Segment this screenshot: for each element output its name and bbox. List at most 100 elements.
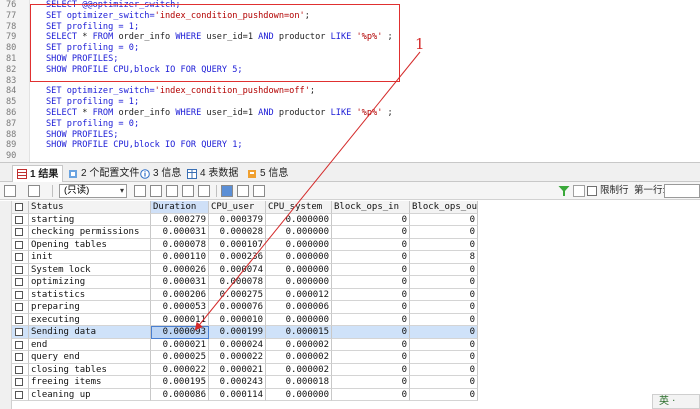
row-checkbox-cell[interactable] [12, 238, 29, 251]
table-row[interactable]: preparing 0.000053 0.000076 0.000006 0 0 [12, 301, 478, 314]
table-cell[interactable]: 8 [410, 251, 478, 264]
table-cell[interactable]: 0.000021 [209, 363, 266, 376]
tab-table-data[interactable]: 4 表数据 [183, 165, 242, 182]
row-checkbox[interactable] [15, 228, 23, 236]
table-cell[interactable]: 0.000279 [151, 213, 209, 226]
table-cell[interactable]: 0 [332, 213, 410, 226]
table-cell[interactable]: 0.000000 [266, 213, 332, 226]
table-cell[interactable]: 0.000243 [209, 376, 266, 389]
table-cell[interactable]: 0.000000 [266, 276, 332, 289]
row-checkbox-cell[interactable] [12, 376, 29, 389]
first-row-input[interactable] [664, 184, 700, 198]
table-cell[interactable]: 0.000010 [209, 313, 266, 326]
table-row[interactable]: statistics 0.000206 0.000275 0.000012 0 0 [12, 288, 478, 301]
table-cell[interactable]: 0 [332, 376, 410, 389]
row-checkbox-cell[interactable] [12, 288, 29, 301]
table-cell[interactable]: 0.000000 [266, 238, 332, 251]
row-checkbox-cell[interactable] [12, 213, 29, 226]
table-cell[interactable]: optimizing [29, 276, 151, 289]
table-cell[interactable]: 0.000078 [151, 238, 209, 251]
tab-results[interactable]: 1 结果 [12, 165, 64, 182]
row-checkbox[interactable] [15, 328, 23, 336]
grid-view-icon[interactable] [4, 185, 16, 197]
text-layout-icon[interactable] [253, 185, 265, 197]
table-cell[interactable]: 0 [410, 263, 478, 276]
table-row[interactable]: freeing items 0.000195 0.000243 0.000018 0 0 [12, 376, 478, 389]
table-cell[interactable]: 0.000021 [151, 338, 209, 351]
table-cell[interactable]: 0 [332, 363, 410, 376]
table-cell[interactable]: 0.000000 [266, 226, 332, 239]
row-checkbox-cell[interactable] [12, 313, 29, 326]
table-cell[interactable]: 0.000206 [151, 288, 209, 301]
table-cell[interactable]: 0 [410, 338, 478, 351]
save-icon[interactable] [166, 185, 178, 197]
table-row[interactable]: closing tables 0.000022 0.000021 0.000002 0 0 [12, 363, 478, 376]
table-cell[interactable]: 0.000078 [209, 276, 266, 289]
table-cell[interactable]: 0 [410, 301, 478, 314]
table-cell[interactable]: 0 [410, 238, 478, 251]
table-cell[interactable]: 0 [410, 376, 478, 389]
table-cell[interactable]: 0 [332, 313, 410, 326]
table-cell[interactable]: 0.000074 [209, 263, 266, 276]
refresh-results-icon[interactable] [573, 185, 585, 197]
table-cell[interactable]: init [29, 251, 151, 264]
sql-editor[interactable]: 76 SELECT @@optimizer_switch; 77 SET optimi… [0, 0, 700, 162]
row-checkbox-cell[interactable] [12, 276, 29, 289]
row-checkbox[interactable] [15, 278, 23, 286]
table-row[interactable]: Opening tables 0.000078 0.000107 0.000000 0 0 [12, 238, 478, 251]
table-cell[interactable]: 0 [332, 326, 410, 339]
delete-icon[interactable] [182, 185, 194, 197]
table-cell[interactable]: 0.000000 [266, 251, 332, 264]
row-checkbox[interactable] [15, 215, 23, 224]
row-checkbox-cell[interactable] [12, 251, 29, 264]
table-cell[interactable]: 0.000011 [151, 313, 209, 326]
table-cell[interactable]: end [29, 338, 151, 351]
refresh-icon[interactable] [198, 185, 210, 197]
table-cell[interactable]: 0 [410, 326, 478, 339]
table-cell[interactable]: 0 [410, 288, 478, 301]
table-row[interactable]: Sending data 0.000093 0.000199 0.000015 0 0 [12, 326, 478, 339]
table-cell[interactable]: 0.000022 [209, 351, 266, 364]
table-cell[interactable]: closing tables [29, 363, 151, 376]
row-checkbox[interactable] [15, 365, 23, 374]
table-cell[interactable]: 0.000093 [151, 326, 209, 339]
column-header[interactable]: CPU_system [266, 201, 332, 214]
table-cell[interactable]: cleaning up [29, 388, 151, 401]
row-checkbox[interactable] [15, 290, 23, 299]
table-cell[interactable]: 0 [332, 351, 410, 364]
table-cell[interactable]: 0.000086 [151, 388, 209, 401]
table-row[interactable]: starting 0.000279 0.000379 0.000000 0 0 [12, 213, 478, 226]
row-checkbox-cell[interactable] [12, 326, 29, 339]
table-cell[interactable]: 0.000031 [151, 276, 209, 289]
row-checkbox-cell[interactable] [12, 388, 29, 401]
column-header[interactable]: CPU_user [209, 201, 266, 214]
select-all-checkbox[interactable] [15, 203, 23, 211]
row-checkbox[interactable] [15, 390, 23, 399]
table-cell[interactable]: 0.000076 [209, 301, 266, 314]
column-header[interactable]: Status [29, 201, 151, 214]
row-checkbox[interactable] [15, 353, 23, 361]
row-checkbox[interactable] [15, 265, 23, 274]
row-checkbox-cell[interactable] [12, 226, 29, 239]
table-cell[interactable]: starting [29, 213, 151, 226]
tab-info[interactable]: 3 信息 [136, 165, 185, 182]
row-checkbox-cell[interactable] [12, 338, 29, 351]
table-cell[interactable]: 0 [332, 251, 410, 264]
table-row[interactable]: executing 0.000011 0.000010 0.000000 0 0 [12, 313, 478, 326]
table-cell[interactable]: preparing [29, 301, 151, 314]
table-cell[interactable]: 0.000015 [266, 326, 332, 339]
table-cell[interactable]: 0 [332, 226, 410, 239]
table-cell[interactable]: 0 [332, 263, 410, 276]
table-row[interactable]: checking permissions 0.000031 0.000028 0.00… [12, 226, 478, 239]
table-cell[interactable]: 0 [410, 276, 478, 289]
export-icon[interactable] [28, 185, 40, 197]
table-row[interactable]: optimizing 0.000031 0.000078 0.000000 0 0 [12, 276, 478, 289]
select-all-cell[interactable] [12, 201, 29, 214]
table-cell[interactable]: 0 [410, 213, 478, 226]
form-layout-icon[interactable] [237, 185, 249, 197]
row-checkbox[interactable] [15, 315, 23, 324]
table-cell[interactable]: statistics [29, 288, 151, 301]
grid-layout-icon[interactable] [221, 185, 233, 197]
table-cell[interactable]: executing [29, 313, 151, 326]
table-cell[interactable]: 0.000012 [266, 288, 332, 301]
